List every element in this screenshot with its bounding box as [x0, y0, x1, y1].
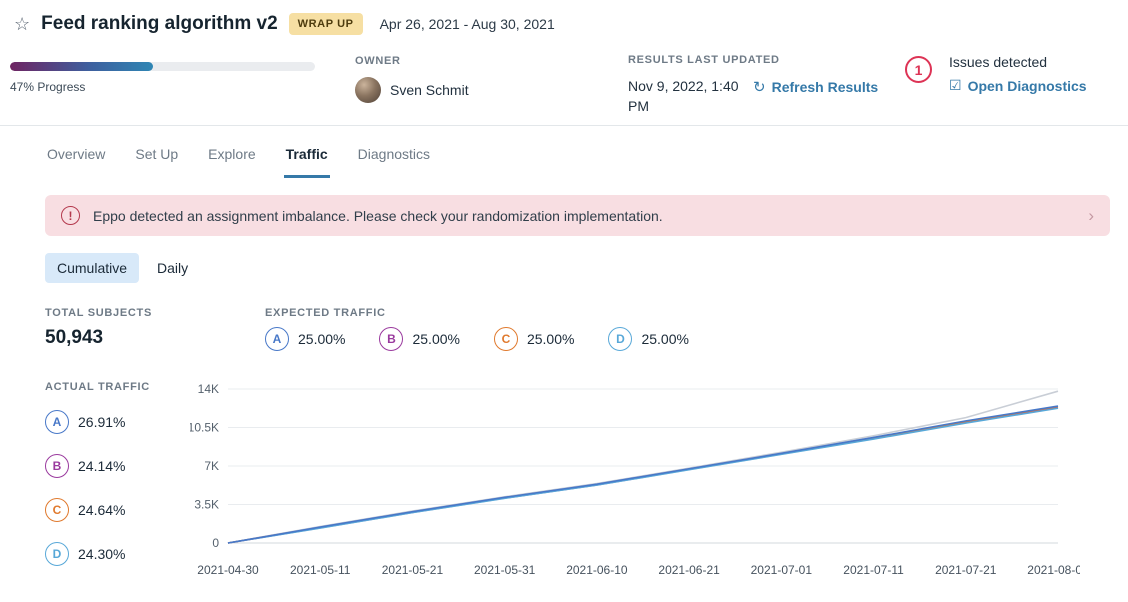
expected-variant-a: A 25.00%: [265, 327, 345, 351]
expected-variant-d: D 25.00%: [608, 327, 688, 351]
actual-variant-b: B 24.14%: [45, 454, 190, 478]
svg-text:2021-07-21: 2021-07-21: [935, 563, 997, 577]
svg-text:2021-04-30: 2021-04-30: [197, 563, 259, 577]
view-toggle: Cumulative Daily: [45, 253, 1128, 283]
total-subjects-value: 50,943: [45, 327, 265, 349]
variant-d-chip: D: [45, 542, 69, 566]
owner-label: OWNER: [355, 55, 469, 67]
tab-diagnostics[interactable]: Diagnostics: [356, 142, 432, 178]
variant-c-chip: C: [494, 327, 518, 351]
tab-overview[interactable]: Overview: [45, 142, 107, 178]
issues-count-badge: 1: [905, 56, 932, 83]
svg-text:2021-05-21: 2021-05-21: [382, 563, 444, 577]
page-title: Feed ranking algorithm v2: [41, 13, 278, 35]
refresh-icon: ↻: [753, 78, 766, 96]
svg-text:3.5K: 3.5K: [194, 498, 219, 512]
title-row: ☆ Feed ranking algorithm v2 WRAP UP Apr …: [14, 13, 555, 35]
issues-detected-text: Issues detected: [949, 54, 1047, 70]
expected-variant-c: C 25.00%: [494, 327, 574, 351]
expected-variant-d-percent: 25.00%: [641, 331, 688, 347]
actual-variant-d-percent: 24.30%: [78, 546, 125, 562]
variant-b-chip: B: [45, 454, 69, 478]
expected-traffic-block: EXPECTED TRAFFIC A 25.00% B 25.00% C 25.…: [265, 307, 689, 351]
traffic-chart: 0 3.5K 7K 10.5K 14K 2021-04-30 2021-05-11 2021-…: [190, 381, 1080, 586]
total-subjects-block: TOTAL SUBJECTS 50,943: [45, 307, 265, 351]
actual-traffic-legend: ACTUAL TRAFFIC A 26.91% B 24.14% C 24.64…: [0, 381, 190, 591]
actual-variant-c: C 24.64%: [45, 498, 190, 522]
svg-text:2021-07-01: 2021-07-01: [751, 563, 813, 577]
total-subjects-label: TOTAL SUBJECTS: [45, 307, 265, 319]
svg-text:2021-08-05: 2021-08-05: [1027, 563, 1080, 577]
actual-traffic-label: ACTUAL TRAFFIC: [45, 381, 190, 393]
actual-variant-c-percent: 24.64%: [78, 502, 125, 518]
variant-b-chip: B: [379, 327, 403, 351]
open-diagnostics-label: Open Diagnostics: [968, 78, 1087, 94]
tab-bar: Overview Set Up Explore Traffic Diagnost…: [0, 142, 1128, 178]
svg-text:7K: 7K: [204, 459, 219, 473]
traffic-chart-section: ACTUAL TRAFFIC A 26.91% B 24.14% C 24.64…: [0, 381, 1128, 591]
toggle-cumulative[interactable]: Cumulative: [45, 253, 139, 283]
status-badge[interactable]: WRAP UP: [289, 13, 363, 35]
owner-block: OWNER Sven Schmit: [355, 55, 469, 103]
variant-a-chip: A: [265, 327, 289, 351]
stats-row: TOTAL SUBJECTS 50,943 EXPECTED TRAFFIC A…: [0, 307, 1128, 351]
diagnostics-check-icon: ☑: [949, 77, 962, 94]
favorite-star-icon[interactable]: ☆: [14, 15, 30, 33]
progress-track: [10, 62, 315, 71]
results-updated-timestamp: Nov 9, 2022, 1:40 PM: [628, 76, 740, 117]
traffic-chart-area: 0 3.5K 7K 10.5K 14K 2021-04-30 2021-05-11 2021-…: [190, 381, 1128, 591]
svg-text:0: 0: [212, 536, 219, 550]
progress-bar: 47% Progress: [10, 62, 315, 94]
open-diagnostics-link[interactable]: ☑ Open Diagnostics: [949, 77, 1087, 94]
tab-traffic[interactable]: Traffic: [284, 142, 330, 178]
refresh-results-label: Refresh Results: [772, 79, 879, 95]
chevron-right-icon[interactable]: ›: [1088, 207, 1094, 224]
toggle-daily[interactable]: Daily: [145, 253, 200, 283]
svg-text:2021-05-31: 2021-05-31: [474, 563, 536, 577]
expected-variant-b-percent: 25.00%: [412, 331, 459, 347]
variant-c-chip: C: [45, 498, 69, 522]
warning-icon: !: [61, 206, 80, 225]
expected-variant-a-percent: 25.00%: [298, 331, 345, 347]
owner-name: Sven Schmit: [390, 82, 469, 98]
actual-variant-a: A 26.91%: [45, 410, 190, 434]
progress-label: 47% Progress: [10, 80, 315, 94]
refresh-results-button[interactable]: ↻ Refresh Results: [753, 78, 878, 96]
svg-text:2021-07-11: 2021-07-11: [843, 563, 904, 577]
experiment-header: ☆ Feed ranking algorithm v2 WRAP UP Apr …: [0, 0, 1128, 126]
svg-text:10.5K: 10.5K: [190, 421, 219, 435]
expected-variant-c-percent: 25.00%: [527, 331, 574, 347]
expected-traffic-label: EXPECTED TRAFFIC: [265, 307, 689, 319]
actual-variant-b-percent: 24.14%: [78, 458, 125, 474]
owner-avatar: [355, 77, 381, 103]
alert-message: Eppo detected an assignment imbalance. P…: [93, 208, 663, 224]
tab-explore[interactable]: Explore: [206, 142, 257, 178]
svg-text:2021-05-11: 2021-05-11: [290, 563, 351, 577]
svg-text:2021-06-10: 2021-06-10: [566, 563, 628, 577]
svg-text:2021-06-21: 2021-06-21: [658, 563, 720, 577]
tab-set-up[interactable]: Set Up: [133, 142, 180, 178]
actual-variant-d: D 24.30%: [45, 542, 190, 566]
variant-d-chip: D: [608, 327, 632, 351]
date-range: Apr 26, 2021 - Aug 30, 2021: [380, 16, 555, 32]
variant-a-chip: A: [45, 410, 69, 434]
results-updated-label: RESULTS LAST UPDATED: [628, 54, 780, 66]
actual-variant-a-percent: 26.91%: [78, 414, 125, 430]
imbalance-alert-banner[interactable]: ! Eppo detected an assignment imbalance.…: [45, 195, 1110, 236]
expected-variant-b: B 25.00%: [379, 327, 459, 351]
progress-fill: [10, 62, 153, 71]
svg-text:14K: 14K: [198, 382, 219, 396]
